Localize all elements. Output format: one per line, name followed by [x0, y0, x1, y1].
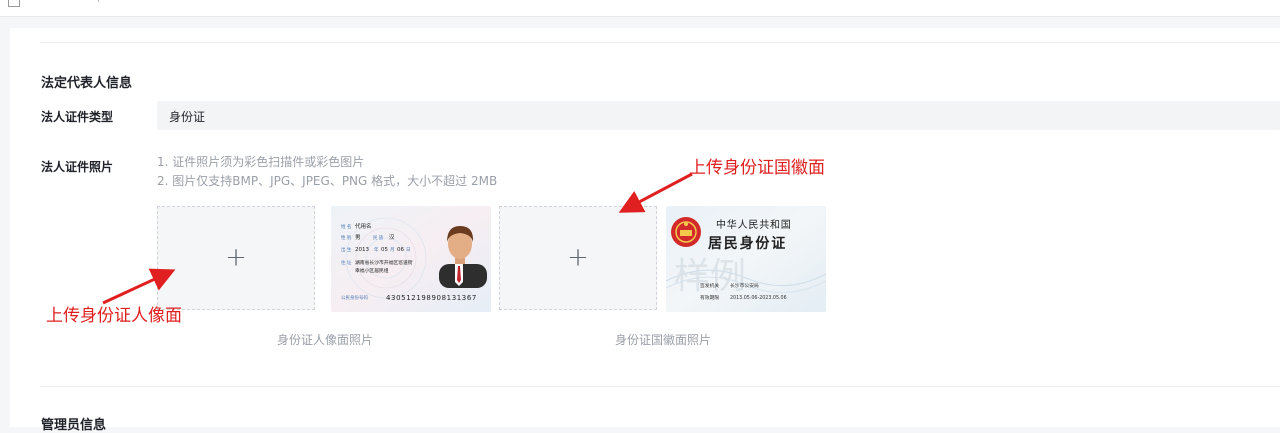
annotation-front: 上传身份证人像面: [46, 306, 182, 326]
annotation-back: 上传身份证国徽面: [689, 158, 825, 178]
annotation-arrows: [102, 172, 693, 305]
arrow-back: [618, 172, 693, 213]
arrow-front: [102, 268, 176, 305]
section-title-admin: 管理员信息: [41, 418, 107, 433]
divider-bottom: [40, 386, 1280, 387]
